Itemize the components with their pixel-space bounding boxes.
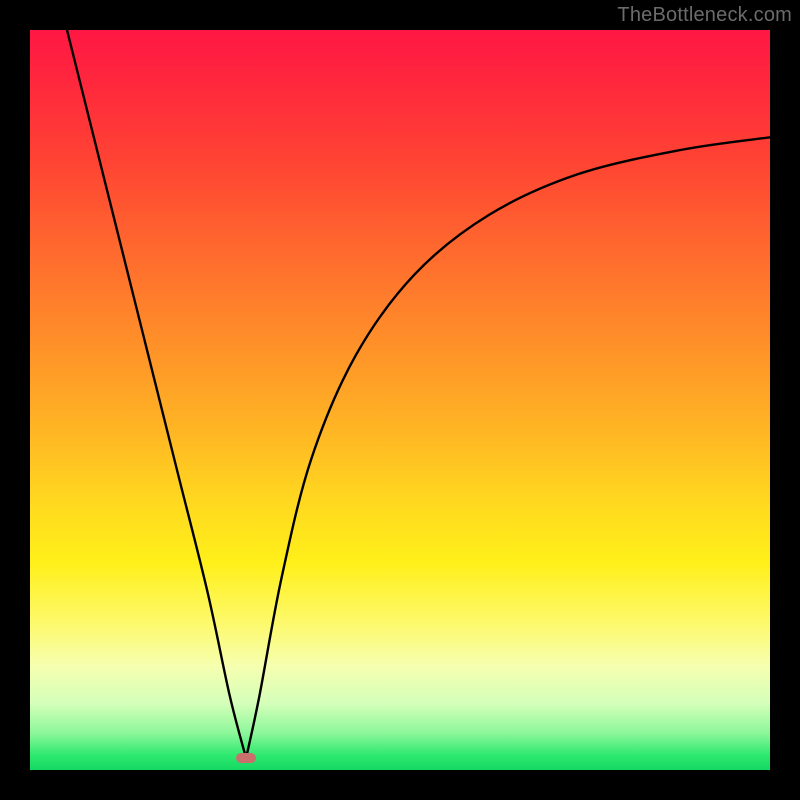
plot-area — [30, 30, 770, 770]
chart-frame: TheBottleneck.com — [0, 0, 800, 800]
right-branch-path — [246, 137, 770, 758]
watermark-text: TheBottleneck.com — [617, 4, 792, 27]
curve-svg — [30, 30, 770, 770]
optimum-marker — [236, 753, 256, 763]
left-branch-path — [67, 30, 246, 758]
